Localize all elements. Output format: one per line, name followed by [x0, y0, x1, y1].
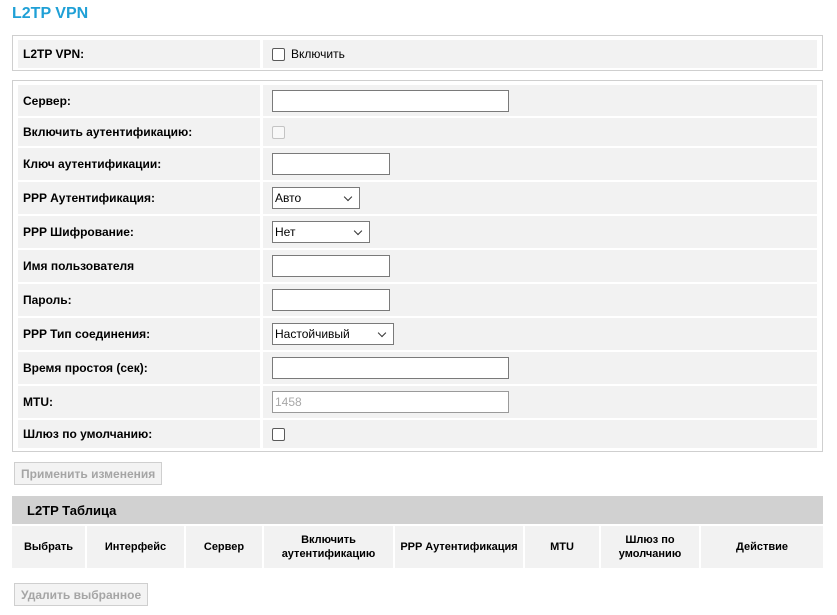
table-title: L2TP Таблица — [12, 496, 823, 524]
server-row: Сервер: — [18, 85, 817, 116]
server-input[interactable] — [272, 89, 509, 112]
col-ppp-auth: PPP Аутентификация — [395, 526, 525, 568]
server-label: Сервер: — [18, 85, 263, 116]
auth-key-label: Ключ аутентификации: — [18, 148, 263, 180]
mtu-input[interactable]: 1458 — [272, 391, 509, 413]
chevron-down-icon — [353, 226, 363, 235]
username-input[interactable] — [272, 255, 390, 277]
auth-enable-label: Включить аутентификацию: — [18, 118, 263, 146]
mtu-label: MTU: — [18, 386, 263, 418]
ppp-encryption-select[interactable]: Нет — [272, 221, 370, 243]
auth-enable-row: Включить аутентификацию: — [18, 118, 817, 146]
ppp-conn-type-label: PPP Тип соединения: — [18, 318, 263, 350]
col-mtu: MTU — [525, 526, 601, 568]
delete-selected-button[interactable]: Удалить выбранное — [14, 583, 149, 606]
col-auth-enable: Включить аутентификацию — [264, 526, 395, 568]
password-row: Пароль: — [18, 284, 817, 316]
enable-checkbox-label[interactable]: Включить — [291, 47, 345, 61]
settings-section: Сервер: Включить аутентификацию: Ключ ау… — [12, 80, 823, 452]
ppp-encryption-label: PPP Шифрование: — [18, 216, 263, 248]
col-default-gw: Шлюз по умолчанию — [601, 526, 701, 568]
l2tp-table: L2TP Таблица Выбрать Интерфейс Сервер Вк… — [12, 496, 823, 568]
enable-value: Включить — [263, 40, 817, 68]
auth-key-input[interactable] — [272, 153, 390, 175]
chevron-down-icon — [343, 192, 353, 201]
l2tp-vpn-label: L2TP VPN: — [18, 40, 263, 68]
idle-time-label: Время простоя (сек): — [18, 352, 263, 384]
page-title: L2TP VPN — [12, 5, 89, 22]
ppp-conn-type-row: PPP Тип соединения: Настойчивый — [18, 318, 817, 350]
ppp-encryption-row: PPP Шифрование: Нет — [18, 216, 817, 248]
idle-time-input[interactable] — [272, 357, 509, 379]
username-row: Имя пользователя — [18, 250, 817, 282]
password-label: Пароль: — [18, 284, 263, 316]
default-gw-row: Шлюз по умолчанию: — [18, 420, 817, 448]
enable-checkbox[interactable] — [272, 47, 285, 61]
ppp-auth-select[interactable]: Авто — [272, 187, 360, 209]
enable-section: L2TP VPN: Включить — [12, 35, 823, 71]
col-server: Сервер — [186, 526, 264, 568]
idle-time-row: Время простоя (сек): — [18, 352, 817, 384]
col-action: Действие — [701, 526, 823, 568]
ppp-auth-row: PPP Аутентификация: Авто — [18, 182, 817, 214]
username-label: Имя пользователя — [18, 250, 263, 282]
default-gw-checkbox[interactable] — [272, 427, 285, 441]
default-gw-label: Шлюз по умолчанию: — [18, 420, 263, 448]
mtu-row: MTU: 1458 — [18, 386, 817, 418]
auth-enable-checkbox[interactable] — [272, 125, 285, 139]
auth-key-row: Ключ аутентификации: — [18, 148, 817, 180]
password-input[interactable] — [272, 289, 390, 311]
ppp-conn-type-selected-value: Настойчивый — [275, 327, 350, 341]
enable-row: L2TP VPN: Включить — [18, 40, 817, 68]
col-select: Выбрать — [12, 526, 87, 568]
table-header-row: Выбрать Интерфейс Сервер Включить аутент… — [12, 526, 823, 568]
ppp-auth-selected-value: Авто — [275, 191, 302, 205]
ppp-conn-type-select[interactable]: Настойчивый — [272, 323, 394, 345]
chevron-down-icon — [377, 328, 387, 337]
ppp-encryption-selected-value: Нет — [275, 225, 296, 239]
ppp-auth-label: PPP Аутентификация: — [18, 182, 263, 214]
apply-changes-button[interactable]: Применить изменения — [14, 462, 163, 485]
col-interface: Интерфейс — [87, 526, 186, 568]
